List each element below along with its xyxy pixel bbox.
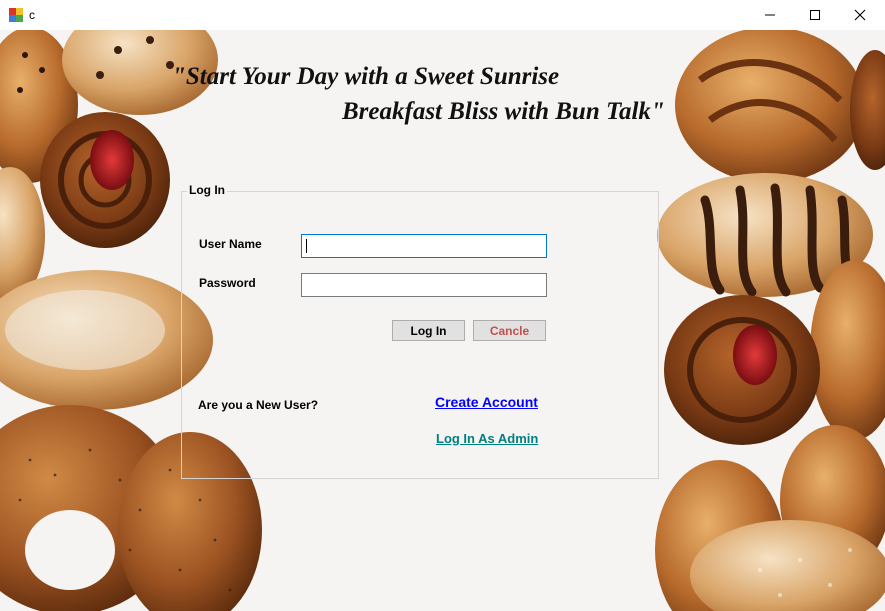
- slogan-line-1: "Start Your Day with a Sweet Sunrise: [172, 63, 560, 90]
- create-account-link[interactable]: Create Account: [435, 394, 538, 410]
- cancel-button[interactable]: Cancle: [473, 320, 546, 341]
- password-input[interactable]: [301, 273, 547, 297]
- title-bar: c: [0, 0, 885, 30]
- username-label: User Name: [199, 237, 262, 251]
- maximize-button[interactable]: [792, 0, 838, 30]
- close-icon: [854, 9, 866, 21]
- admin-login-link[interactable]: Log In As Admin: [436, 431, 538, 446]
- text-caret: [306, 239, 307, 253]
- slogan-line-2: Breakfast Bliss with Bun Talk": [342, 98, 665, 125]
- app-icon: [9, 8, 23, 22]
- form-client-area: "Start Your Day with a Sweet Sunrise Bre…: [0, 30, 885, 611]
- close-button[interactable]: [837, 0, 883, 30]
- password-label: Password: [199, 276, 256, 290]
- login-groupbox-title: Log In: [187, 183, 227, 197]
- minimize-button[interactable]: [747, 0, 793, 30]
- minimize-icon: [765, 14, 775, 16]
- window-title: c: [29, 8, 35, 22]
- new-user-prompt: Are you a New User?: [198, 398, 319, 412]
- username-input[interactable]: [301, 234, 547, 258]
- login-button[interactable]: Log In: [392, 320, 465, 341]
- maximize-icon: [810, 10, 820, 20]
